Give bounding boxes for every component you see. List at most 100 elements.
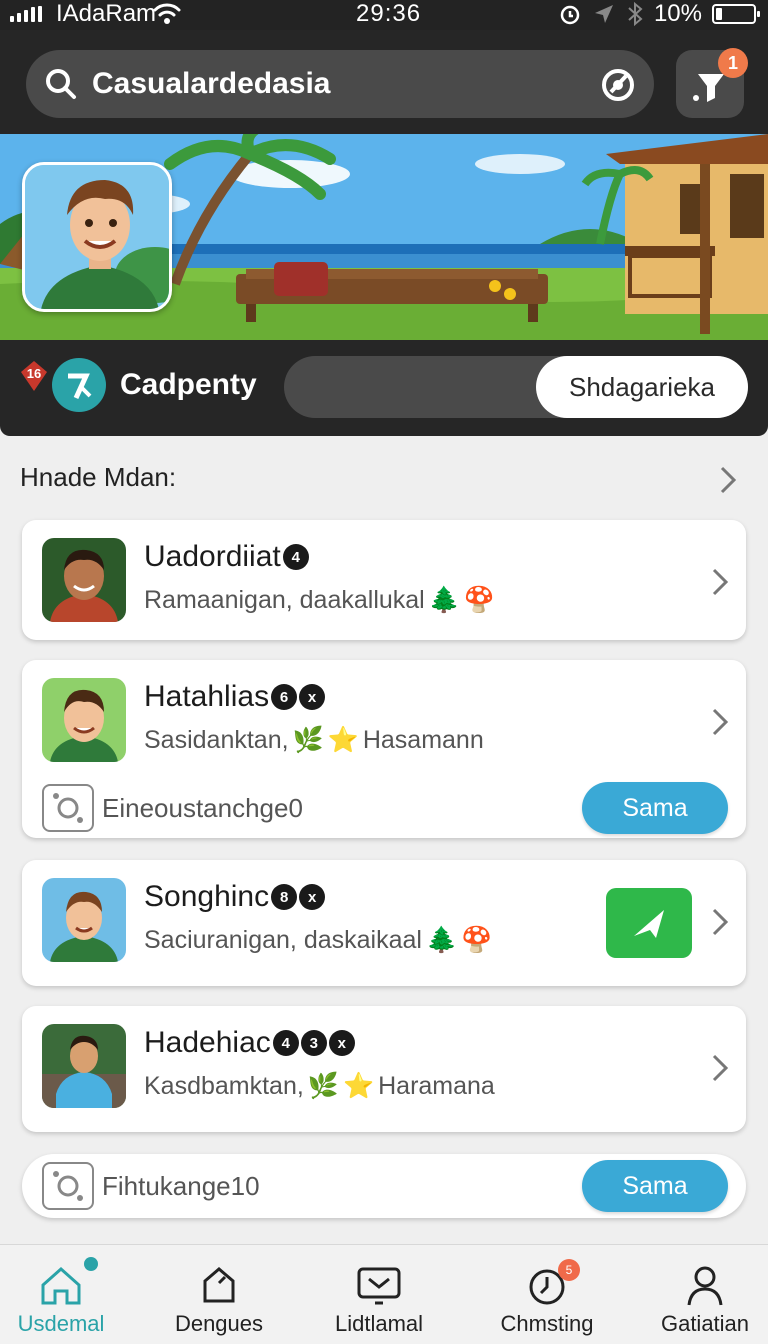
nav-item-chmsting[interactable]: 5 Chmsting <box>472 1245 622 1344</box>
bluetooth-icon <box>628 1 643 27</box>
avatar <box>42 538 126 622</box>
list-card[interactable]: Hadehiac 4 3 x Kasdbamktan, 🌿 ⭐ Haramana <box>22 1006 746 1132</box>
card-title: Uadordiiat 4 <box>144 540 309 574</box>
scan-icon <box>42 784 94 832</box>
count-badge: x <box>328 1030 355 1056</box>
nav-label: Dengues <box>174 1311 264 1336</box>
nav-label: Lidtlamal <box>334 1311 424 1336</box>
section-title: Hnade Mdan: <box>20 462 177 492</box>
level-badge: 16 <box>20 360 48 392</box>
count-badge: 4 <box>272 1030 299 1056</box>
card-title: Hatahlias 6 x <box>144 680 326 714</box>
battery-percent: 10% <box>653 0 702 27</box>
star-icon: ⭐ <box>327 726 359 754</box>
app-header: Casualardedasia 1 <box>0 30 768 134</box>
chevron-right-icon[interactable] <box>708 906 732 938</box>
profile-name: Cadpenty <box>120 368 257 401</box>
star-icon: ⭐ <box>342 1072 375 1100</box>
mushroom-icon: 🍄 <box>461 926 493 954</box>
profile-icon <box>687 1266 723 1306</box>
sama-button[interactable]: Sama <box>582 782 728 834</box>
send-button[interactable] <box>606 888 692 958</box>
list-card[interactable]: Uadordiiat 4 Ramaanigan, daakallukal 🌲 🍄 <box>22 520 746 640</box>
nav-item-lidtlamal[interactable]: Lidtlamal <box>304 1245 454 1344</box>
card-subtitle: Ramaanigan, daakallukal 🌲 🍄 <box>144 586 495 615</box>
list-card-compact[interactable]: Fihtukange10 Sama <box>22 1154 746 1218</box>
card-meta: Fihtukange10 <box>42 1162 260 1210</box>
tag-icon <box>203 1267 235 1303</box>
nav-label: Chmsting <box>500 1311 594 1336</box>
send-icon <box>634 910 664 938</box>
card-subtitle-tail: Hasamann <box>362 726 484 754</box>
filter-badge: 1 <box>718 48 748 78</box>
voice-search-icon[interactable] <box>600 67 636 103</box>
avatar <box>42 678 126 762</box>
alarm-icon <box>560 5 580 25</box>
card-title: Songhinc 8 x <box>144 880 326 914</box>
card-subtitle-text: Saciuranigan, daskaikaal <box>144 926 422 954</box>
profile-action-button[interactable]: Shdagarieka <box>536 356 748 418</box>
nav-label: Usdemal <box>17 1311 105 1336</box>
carrier-label: IAdaRam <box>56 0 157 27</box>
tree-icon: 🌲 <box>425 926 458 954</box>
card-title-text: Hatahlias <box>144 680 270 713</box>
chevron-right-icon[interactable] <box>708 706 732 738</box>
card-subtitle-text: Ramaanigan, daakallukal <box>144 586 425 614</box>
sama-button[interactable]: Sama <box>582 1160 728 1212</box>
profile-strip: 16 Cadpenty Shdagarieka <box>0 340 768 436</box>
hero-avatar[interactable] <box>22 162 172 312</box>
list-card[interactable]: Hatahlias 6 x Sasidanktan, 🌿 ⭐ Hasamann … <box>22 660 746 838</box>
nav-badge: 5 <box>558 1259 580 1281</box>
list-card[interactable]: Songhinc 8 x Saciuranigan, daskaikaal 🌲 … <box>22 860 746 986</box>
card-subtitle: Saciuranigan, daskaikaal 🌲 🍄 <box>144 926 492 955</box>
chevron-right-icon[interactable] <box>716 464 740 496</box>
card-subtitle: Kasdbamktan, 🌿 ⭐ Haramana <box>144 1072 495 1101</box>
status-bar: IAdaRam 29:36 10% <box>0 0 768 30</box>
count-badge: 3 <box>300 1030 327 1056</box>
nav-item-home[interactable]: Usdemal <box>0 1245 136 1344</box>
card-meta-text: Fihtukange10 <box>102 1170 260 1201</box>
filter-button[interactable]: 1 <box>676 48 748 118</box>
count-badge: 4 <box>282 544 309 570</box>
card-subtitle-text: Kasdbamktan, <box>144 1072 304 1100</box>
chevron-right-icon[interactable] <box>708 1052 732 1084</box>
nav-item-gatiatian[interactable]: Gatiatian <box>630 1245 768 1344</box>
mushroom-icon: 🍄 <box>463 586 496 614</box>
clock-time: 29:36 <box>356 0 422 27</box>
count-badge: 8 <box>271 884 298 910</box>
inbox-icon <box>357 1267 401 1305</box>
search-bar[interactable]: Casualardedasia <box>26 50 654 118</box>
count-badge: x <box>299 684 326 710</box>
card-title-text: Songhinc <box>144 880 270 913</box>
card-subtitle-tail: Haramana <box>378 1072 495 1100</box>
nav-label: Gatiatian <box>660 1311 750 1336</box>
plant-icon: 🌿 <box>307 1072 339 1100</box>
search-icon <box>46 69 76 99</box>
tree-icon: 🌲 <box>428 586 460 614</box>
avatar <box>42 878 126 962</box>
battery-icon <box>712 4 760 24</box>
level-number: 16 <box>26 366 42 381</box>
count-badge: x <box>299 884 326 910</box>
card-meta-text: Eineoustanchge0 <box>102 792 303 823</box>
search-input[interactable]: Casualardedasia <box>92 67 330 101</box>
card-title-text: Hadehiac <box>144 1026 271 1059</box>
home-icon <box>41 1266 81 1305</box>
wifi-icon <box>153 3 181 24</box>
nav-item-dengues[interactable]: Dengues <box>144 1245 294 1344</box>
home-dot-indicator <box>84 1257 98 1271</box>
profile-logo-icon[interactable] <box>52 358 106 412</box>
bottom-nav: Usdemal Dengues Lidtlamal 5 Chmsting Gat… <box>0 1244 768 1344</box>
chevron-right-icon[interactable] <box>708 566 732 598</box>
card-subtitle: Sasidanktan, 🌿 ⭐ Hasamann <box>144 726 484 755</box>
scan-icon <box>42 1162 94 1210</box>
card-title-text: Uadordiiat <box>144 540 281 573</box>
hero-banner <box>0 134 768 340</box>
avatar <box>42 1024 126 1108</box>
card-subtitle-text: Sasidanktan, <box>144 726 289 754</box>
location-icon <box>594 5 613 23</box>
plant-icon: 🌿 <box>292 726 324 754</box>
card-title: Hadehiac 4 3 x <box>144 1026 355 1060</box>
card-meta: Eineoustanchge0 <box>42 784 303 832</box>
cartoon-man-illustration <box>25 165 169 309</box>
